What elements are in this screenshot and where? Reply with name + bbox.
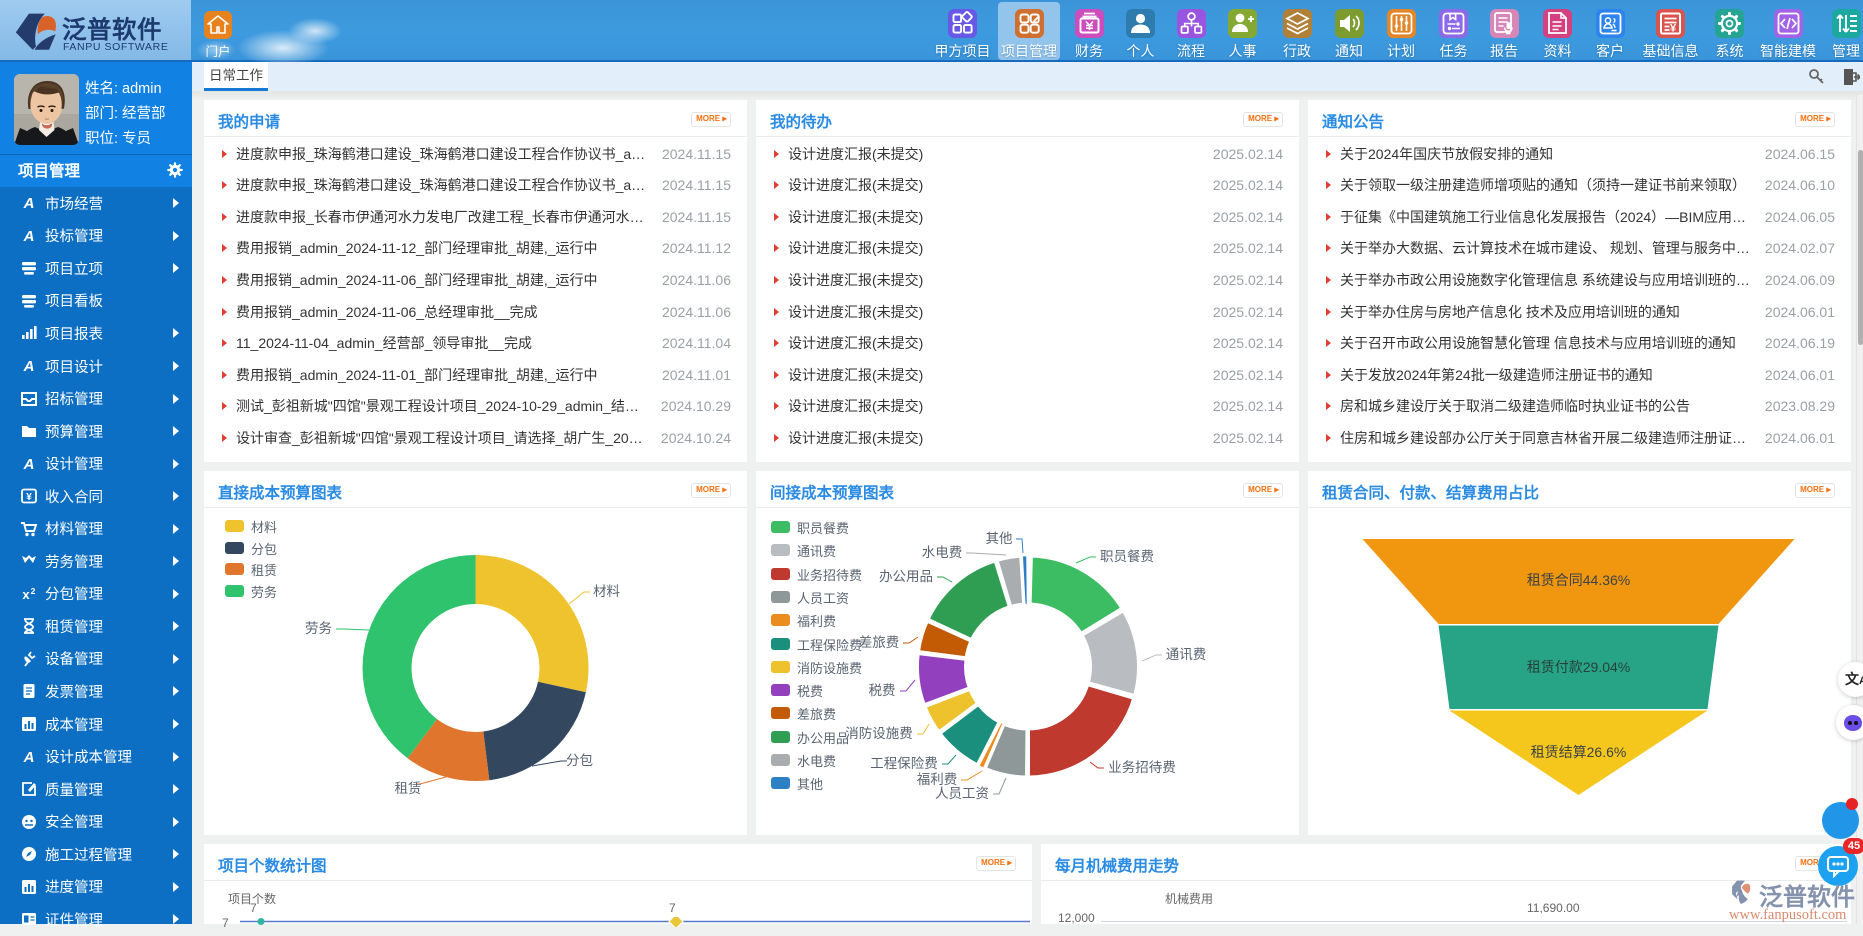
svg-text:材料: 材料 (593, 584, 621, 599)
svg-text:A: A (23, 358, 35, 375)
svg-text:租赁付款29.04%: 租赁付款29.04% (1527, 659, 1630, 675)
svg-text:x: x (22, 587, 30, 602)
svg-text:通讯费: 通讯费 (1166, 647, 1207, 662)
svg-text:A: A (23, 195, 35, 212)
svg-text:水电费: 水电费 (922, 545, 963, 560)
svg-text:分包: 分包 (566, 753, 593, 768)
svg-text:消防设施费: 消防设施费 (845, 726, 913, 741)
svg-text:¥: ¥ (1670, 23, 1677, 35)
svg-text:人员工资: 人员工资 (935, 786, 989, 801)
svg-text:A: A (23, 749, 35, 766)
svg-text:福利费: 福利费 (917, 772, 958, 787)
svg-text:租赁合同44.36%: 租赁合同44.36% (1527, 572, 1630, 588)
svg-text:业务招待费: 业务招待费 (1108, 760, 1176, 775)
svg-text:工程保险费: 工程保险费 (870, 756, 938, 771)
svg-text:其他: 其他 (986, 531, 1013, 546)
svg-text:办公用品: 办公用品 (879, 569, 933, 584)
svg-text:租赁: 租赁 (395, 781, 422, 796)
svg-text:税费: 税费 (869, 683, 896, 698)
svg-text:差旅费: 差旅费 (859, 635, 900, 650)
svg-text:租赁结算26.6%: 租赁结算26.6% (1531, 744, 1627, 760)
svg-text:劳务: 劳务 (305, 621, 332, 636)
svg-text:A: A (23, 456, 35, 473)
svg-text:¥: ¥ (26, 492, 32, 503)
svg-text:职员餐费: 职员餐费 (1100, 549, 1154, 564)
svg-text:2: 2 (31, 586, 36, 596)
svg-text:A: A (23, 228, 35, 245)
